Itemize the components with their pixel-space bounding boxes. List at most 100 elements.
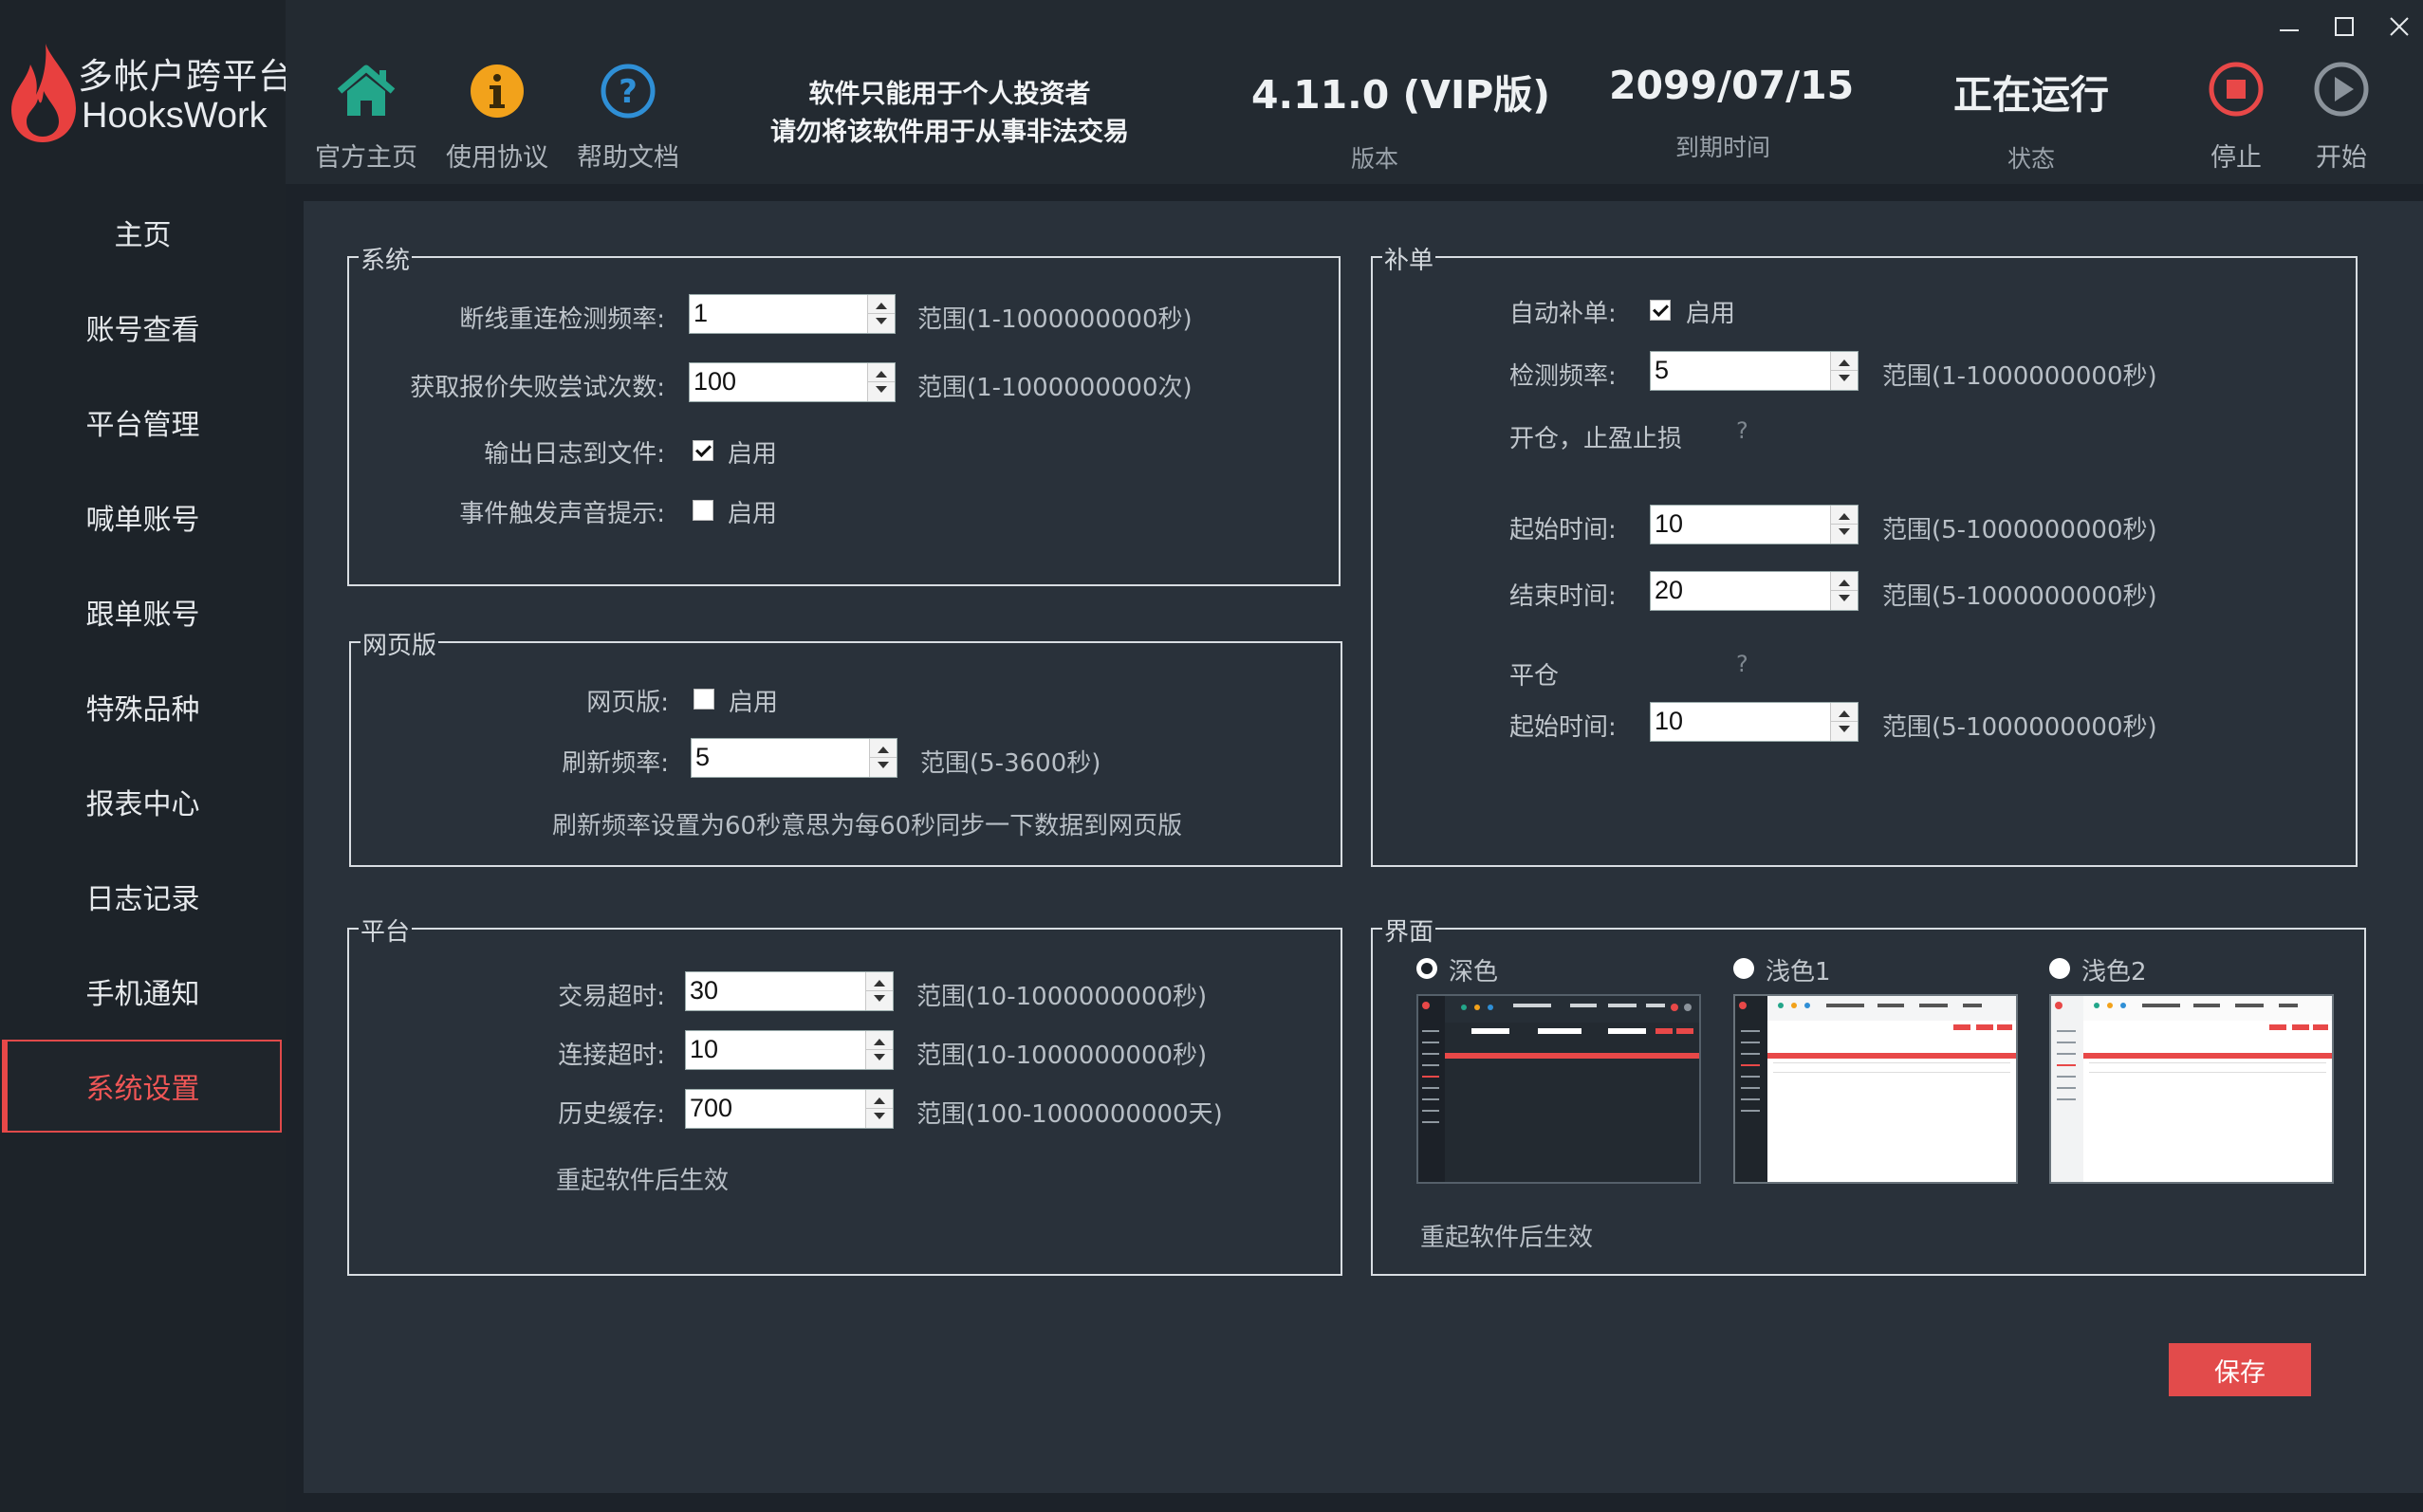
theme-light1-preview[interactable] xyxy=(1733,994,2018,1184)
quote-retry-label: 获取报价失败尝试次数: xyxy=(410,374,665,402)
detect-spinbox[interactable]: 5 xyxy=(1650,351,1859,391)
sidebar-item[interactable]: 日志记录 xyxy=(0,850,286,943)
sidebar-item[interactable]: 报表中心 xyxy=(0,755,286,848)
close-section-help[interactable]: ? xyxy=(1736,651,1748,677)
theme-dark-radio[interactable] xyxy=(1416,958,1437,979)
close-start-spinbox[interactable]: 10 xyxy=(1650,702,1859,742)
open-start-range: 范围(5-1000000000秒) xyxy=(1882,516,2157,544)
usage-notice: 软件只能用于个人投资者 请勿将该软件用于从事非法交易 xyxy=(741,76,1158,152)
open-end-range: 范围(5-1000000000秒) xyxy=(1882,582,2157,611)
refresh-label: 刷新频率: xyxy=(562,749,669,778)
agreement-button[interactable]: 使用协议 xyxy=(435,57,559,180)
log-file-checkbox[interactable] xyxy=(693,440,713,461)
version-value: 4.11.0 (VIP版) xyxy=(1251,72,1551,118)
theme-note: 重起软件后生效 xyxy=(1420,1224,1594,1252)
history-cache-range: 范围(100-1000000000天) xyxy=(916,1100,1223,1129)
sound-checkbox[interactable] xyxy=(693,500,713,521)
sidebar-item[interactable]: 手机通知 xyxy=(0,945,286,1038)
history-cache-spinbox[interactable]: 700 xyxy=(685,1089,894,1129)
play-icon xyxy=(2314,62,2369,117)
refresh-value: 5 xyxy=(695,743,711,771)
spin-arrows[interactable] xyxy=(867,295,895,333)
spin-arrows[interactable] xyxy=(865,1090,893,1128)
sidebar-item[interactable]: 系统设置 xyxy=(2,1040,282,1133)
web-note: 刷新频率设置为60秒意思为每60秒同步一下数据到网页版 xyxy=(552,812,1183,840)
detect-label: 检测频率: xyxy=(1509,362,1617,391)
expire-label: 到期时间 xyxy=(1674,134,1770,161)
theme-dark-preview[interactable] xyxy=(1416,994,1701,1184)
home-label: 官方主页 xyxy=(315,143,417,173)
open-end-value: 20 xyxy=(1655,576,1684,604)
theme-light1-radio[interactable] xyxy=(1733,958,1754,979)
agreement-label: 使用协议 xyxy=(446,143,548,173)
reconnect-range: 范围(1-1000000000秒) xyxy=(917,305,1193,334)
resupply-group: 补单 自动补单: 启用 检测频率: 5 范围(1-1000000000秒) 开仓… xyxy=(1371,241,2358,867)
stop-label: 停止 xyxy=(2210,143,2262,173)
resupply-group-title: 补单 xyxy=(1382,241,1436,276)
refresh-range: 范围(5-3600秒) xyxy=(920,749,1101,778)
notice-line-1: 软件只能用于个人投资者 xyxy=(808,80,1091,109)
spin-arrows[interactable] xyxy=(1830,572,1858,610)
open-start-label: 起始时间: xyxy=(1509,516,1617,544)
spin-arrows[interactable] xyxy=(865,1031,893,1069)
flame-logo-icon xyxy=(11,44,76,142)
auto-resupply-checkbox[interactable] xyxy=(1650,300,1671,321)
expire-stat: 2099/07/15 到期时间 xyxy=(1609,63,1854,163)
sound-enable-text: 启用 xyxy=(728,500,778,528)
connect-timeout-spinbox[interactable]: 10 xyxy=(685,1030,894,1070)
refresh-spinbox[interactable]: 5 xyxy=(691,738,897,778)
spin-arrows[interactable] xyxy=(1830,352,1858,390)
theme-light2-preview[interactable] xyxy=(2049,994,2334,1184)
quote-retry-spinbox[interactable]: 100 xyxy=(689,362,896,402)
info-icon xyxy=(471,65,524,118)
sidebar-item[interactable]: 喊单账号 xyxy=(0,470,286,563)
trade-timeout-spinbox[interactable]: 30 xyxy=(685,971,894,1011)
sidebar-item[interactable]: 平台管理 xyxy=(0,376,286,469)
log-file-label: 输出日志到文件: xyxy=(484,440,665,469)
open-start-spinbox[interactable]: 10 xyxy=(1650,505,1859,544)
status-value: 正在运行 xyxy=(1953,72,2109,118)
platform-note: 重起软件后生效 xyxy=(556,1167,730,1195)
theme-group-title: 界面 xyxy=(1382,913,1436,948)
sidebar-item[interactable]: 跟单账号 xyxy=(0,565,286,658)
auto-resupply-label: 自动补单: xyxy=(1509,300,1617,328)
reconnect-label: 断线重连检测频率: xyxy=(459,305,665,334)
help-docs-button[interactable]: ? 帮助文档 xyxy=(566,57,690,180)
sidebar-item[interactable]: 特殊品种 xyxy=(0,660,286,753)
reconnect-value: 1 xyxy=(694,299,709,327)
spin-arrows[interactable] xyxy=(1830,703,1858,741)
system-group-title: 系统 xyxy=(359,241,413,276)
stop-button[interactable]: 停止 xyxy=(2193,57,2279,180)
history-cache-value: 700 xyxy=(690,1094,733,1122)
connect-timeout-range: 范围(10-1000000000秒) xyxy=(916,1042,1208,1070)
help-docs-label: 帮助文档 xyxy=(577,143,679,173)
maximize-button[interactable] xyxy=(2325,8,2363,46)
spin-arrows[interactable] xyxy=(1830,506,1858,544)
detect-value: 5 xyxy=(1655,356,1670,384)
spin-arrows[interactable] xyxy=(867,363,895,401)
close-button[interactable] xyxy=(2380,8,2418,46)
open-start-value: 10 xyxy=(1655,509,1684,538)
spin-arrows[interactable] xyxy=(865,972,893,1010)
save-button[interactable]: 保存 xyxy=(2169,1343,2311,1396)
reconnect-spinbox[interactable]: 1 xyxy=(689,294,896,334)
web-enable-checkbox[interactable] xyxy=(694,689,714,710)
open-end-spinbox[interactable]: 20 xyxy=(1650,571,1859,611)
sidebar-item[interactable]: 账号查看 xyxy=(0,281,286,374)
trade-timeout-label: 交易超时: xyxy=(558,983,665,1011)
version-stat: 4.11.0 (VIP版) 版本 xyxy=(1251,63,1551,175)
minimize-button[interactable] xyxy=(2270,8,2308,46)
web-group-title: 网页版 xyxy=(361,626,439,661)
open-section-help[interactable]: ? xyxy=(1736,417,1748,444)
connect-timeout-label: 连接超时: xyxy=(558,1042,665,1070)
start-button[interactable]: 开始 xyxy=(2299,57,2384,180)
close-start-value: 10 xyxy=(1655,707,1684,735)
close-section-title: 平仓 xyxy=(1509,662,1560,691)
minimize-icon xyxy=(2280,29,2299,31)
quote-retry-value: 100 xyxy=(694,367,737,396)
brand-title-en: HooksWork xyxy=(82,96,268,136)
home-button[interactable]: 官方主页 xyxy=(305,57,428,180)
spin-arrows[interactable] xyxy=(869,739,897,777)
sidebar-item[interactable]: 主页 xyxy=(0,186,286,279)
theme-light2-radio[interactable] xyxy=(2049,958,2070,979)
